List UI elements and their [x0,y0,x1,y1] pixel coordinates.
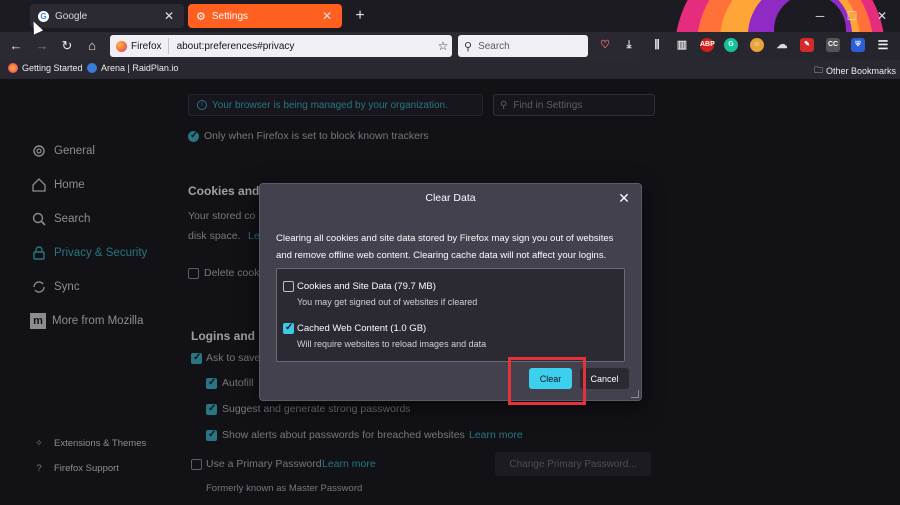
option-label: Cached Web Content (1.0 GB) [297,323,427,334]
other-bookmarks-label: Other Bookmarks [826,66,897,76]
option-description: You may get signed out of websites if cl… [297,297,478,307]
firefox-logo-icon [8,63,18,73]
extension-shield-icon[interactable]: ⛨ [851,38,865,52]
menu-icon[interactable]: ☰ [876,38,890,52]
dialog-description: Clearing all cookies and site data store… [276,233,614,261]
adblock-icon[interactable]: ABP [700,38,715,52]
close-icon[interactable]: ✕ [320,9,334,23]
bookmark-star-icon[interactable]: ☆ [434,39,452,53]
dialog-title: Clear Data [425,192,476,204]
extension-pen-icon[interactable]: ✎ [800,38,814,52]
clear-options-list: Cookies and Site Data (79.7 MB) You may … [276,268,625,362]
cancel-button[interactable]: Cancel [580,368,629,389]
search-icon: ⚲ [464,40,473,53]
identity-box[interactable]: Firefox [114,38,169,54]
tab-settings[interactable]: ⚙ Settings ✕ [188,4,342,28]
bookmarks-bar: Getting Started Arena | RaidPlan.io 🗀 Ot… [0,60,900,79]
forward-button[interactable]: → [32,36,52,56]
grammarly-icon[interactable]: G [724,38,738,52]
extension-face-icon[interactable]: ☺ [750,38,764,52]
google-icon: G [38,10,49,22]
maximize-icon[interactable]: ☐ [842,6,862,26]
option-description: Will require websites to reload images a… [297,339,487,349]
option-label: Cookies and Site Data (79.7 MB) [297,281,436,292]
firefox-logo-icon [116,40,127,52]
tab-label: Settings [211,10,249,22]
minimize-icon[interactable]: ─ [810,6,830,26]
gear-icon: ⚙ [196,10,206,23]
bookmark-label: Getting Started [22,63,83,73]
other-bookmarks[interactable]: 🗀 Other Bookmarks [814,63,896,79]
pocket-icon[interactable]: ♡ [598,38,612,52]
downloads-icon[interactable]: ⤓ [622,38,636,52]
home-button[interactable]: ⌂ [82,36,102,56]
identity-label: Firefox [131,40,162,52]
close-icon[interactable]: ✕ [162,9,176,23]
library-icon[interactable]: ⫼ [650,38,664,52]
highlight-box [508,357,586,405]
search-placeholder: Search [478,40,510,52]
resize-grip[interactable] [631,390,639,398]
bookmark-getting-started[interactable]: Getting Started [8,63,83,73]
url-text[interactable]: about:preferences#privacy [177,41,434,52]
window-close-icon[interactable]: ✕ [872,6,892,26]
cache-checkbox[interactable] [283,322,294,334]
tab-google[interactable]: G Google ✕ [30,4,184,28]
arena-icon [87,63,97,73]
reload-button[interactable]: ↻ [57,36,77,56]
cookies-checkbox[interactable] [283,281,294,292]
back-button[interactable]: ← [6,36,26,56]
search-bar[interactable]: ⚲ Search [458,35,588,57]
nav-toolbar: ← → ↻ ⌂ Firefox about:preferences#privac… [0,32,900,60]
bookmark-arena[interactable]: Arena | RaidPlan.io [87,63,178,73]
tab-bar: G Google ✕ ⚙ Settings ✕ + ─ ☐ ✕ [0,0,900,32]
extension-puzzle-icon[interactable]: ☁ [775,38,789,52]
sidebar-icon[interactable]: ▥ [675,38,689,52]
close-icon[interactable]: ✕ [615,189,633,207]
folder-icon: 🗀 [814,65,824,75]
extension-cc-icon[interactable]: CC [826,38,840,52]
url-bar[interactable]: Firefox about:preferences#privacy ☆ [110,35,452,57]
bookmark-label: Arena | RaidPlan.io [101,63,179,73]
new-tab-button[interactable]: + [350,6,370,26]
tab-label: Google [55,10,88,22]
